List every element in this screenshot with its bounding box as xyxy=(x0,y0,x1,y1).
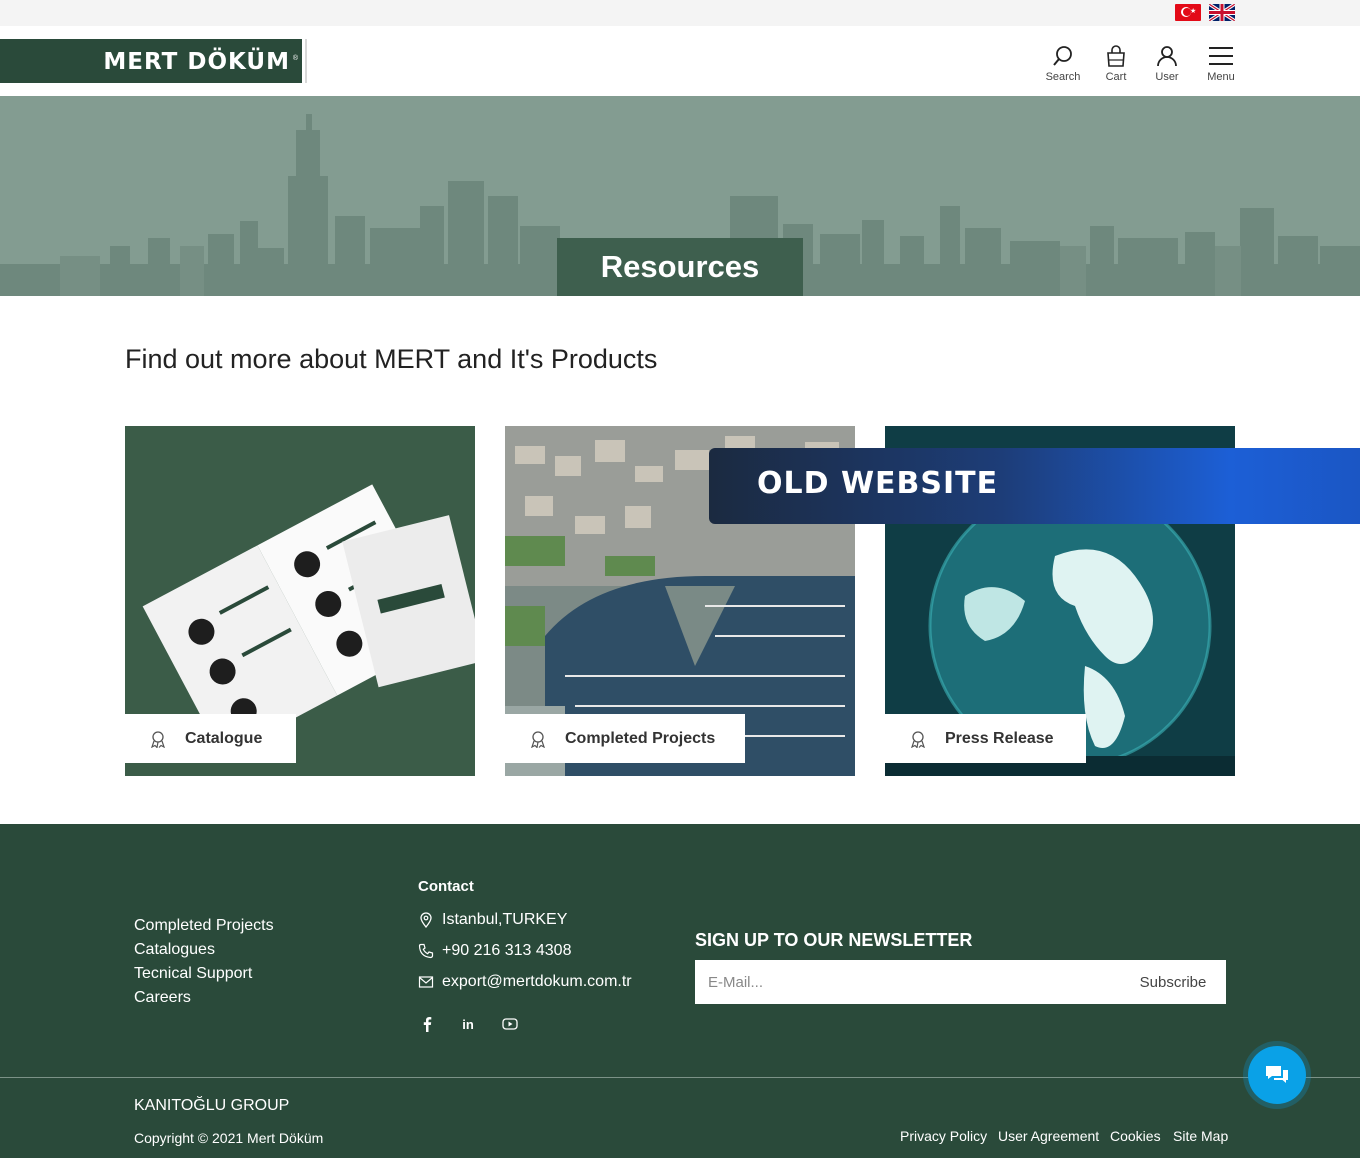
logo-registered-mark: ® xyxy=(292,55,298,62)
old-website-label: OLD WEBSITE xyxy=(757,466,999,501)
contact-email-text: export@mertdokum.com.tr xyxy=(442,973,632,990)
newsletter-email-input[interactable] xyxy=(695,960,1115,1004)
award-icon xyxy=(911,730,925,748)
site-header: MERT DÖKÜM ® Search Cart User Menu xyxy=(0,26,1360,96)
privacy-policy-link[interactable]: Privacy Policy xyxy=(900,1128,987,1144)
hero-banner: Resources xyxy=(0,96,1360,296)
footer-link-catalogues[interactable]: Catalogues xyxy=(134,941,215,959)
user-icon xyxy=(1157,46,1177,67)
footer-divider xyxy=(0,1077,1360,1078)
youtube-icon xyxy=(502,1018,518,1030)
mail-icon xyxy=(418,976,434,988)
menu-button[interactable]: Menu xyxy=(1199,44,1243,83)
catalogue-label: Catalogue xyxy=(185,729,263,747)
search-label: Search xyxy=(1045,71,1081,83)
chat-icon xyxy=(1266,1066,1288,1083)
menu-icon xyxy=(1209,47,1233,65)
uk-flag-icon[interactable] xyxy=(1209,4,1235,21)
contact-address-text: Istanbul,TURKEY xyxy=(442,911,568,928)
facebook-icon xyxy=(423,1017,432,1032)
cart-icon xyxy=(1107,45,1125,67)
chat-button[interactable] xyxy=(1248,1046,1306,1104)
newsletter-form: Subscribe xyxy=(695,960,1226,1004)
copyright: Copyright © 2021 Mert Döküm xyxy=(134,1130,324,1146)
user-label: User xyxy=(1155,71,1179,83)
phone-icon xyxy=(418,943,434,959)
menu-label: Menu xyxy=(1207,71,1235,83)
search-icon xyxy=(1053,46,1072,66)
location-pin-icon xyxy=(420,912,432,928)
linkedin-link[interactable]: in xyxy=(458,1014,478,1034)
contact-phone[interactable]: +90 216 313 4308 xyxy=(418,942,571,960)
subscribe-button[interactable]: Subscribe xyxy=(1120,960,1226,1004)
section-heading: Find out more about MERT and It's Produc… xyxy=(125,344,658,374)
user-agreement-link[interactable]: User Agreement xyxy=(998,1128,1099,1144)
award-icon xyxy=(151,730,165,748)
search-button[interactable]: Search xyxy=(1041,44,1085,83)
cart-label: Cart xyxy=(1105,71,1127,83)
group-name: KANITOĞLU GROUP xyxy=(134,1097,290,1114)
footer-link-completed-projects[interactable]: Completed Projects xyxy=(134,917,274,935)
contact-title: Contact xyxy=(418,878,474,895)
logo[interactable]: MERT DÖKÜM ® xyxy=(0,39,305,83)
turkish-flag-icon[interactable]: ★ xyxy=(1175,4,1201,21)
completed-projects-label: Completed Projects xyxy=(565,729,716,747)
language-bar: ★ xyxy=(0,0,1360,26)
press-release-caption[interactable]: Press Release xyxy=(885,714,1086,763)
cart-button[interactable]: Cart xyxy=(1094,44,1138,83)
linkedin-icon: in xyxy=(462,1016,474,1032)
contact-email[interactable]: export@mertdokum.com.tr xyxy=(418,973,632,991)
footer-link-careers[interactable]: Careers xyxy=(134,989,191,1007)
catalogue-caption[interactable]: Catalogue xyxy=(125,714,296,763)
hero-title-box: Resources xyxy=(557,238,803,296)
site-footer: Completed Projects Catalogues Tecnical S… xyxy=(0,824,1360,1158)
catalogue-card[interactable]: Catalogue xyxy=(125,426,475,776)
press-release-label: Press Release xyxy=(945,729,1054,747)
old-website-banner[interactable]: OLD WEBSITE xyxy=(709,448,1360,524)
logo-text: MERT DÖKÜM xyxy=(103,49,290,75)
contact-address: Istanbul,TURKEY xyxy=(418,911,567,929)
page-title: Resources xyxy=(600,249,760,284)
facebook-link[interactable] xyxy=(417,1014,437,1034)
completed-projects-caption[interactable]: Completed Projects xyxy=(505,714,745,763)
contact-phone-text: +90 216 313 4308 xyxy=(442,942,572,959)
award-icon xyxy=(531,730,545,748)
footer-link-technical-support[interactable]: Tecnical Support xyxy=(134,965,252,983)
site-map-link[interactable]: Site Map xyxy=(1173,1128,1228,1144)
youtube-link[interactable] xyxy=(500,1014,520,1034)
cookies-link[interactable]: Cookies xyxy=(1110,1128,1161,1144)
newsletter-title: SIGN UP TO OUR NEWSLETTER xyxy=(695,930,973,950)
user-button[interactable]: User xyxy=(1145,44,1189,83)
